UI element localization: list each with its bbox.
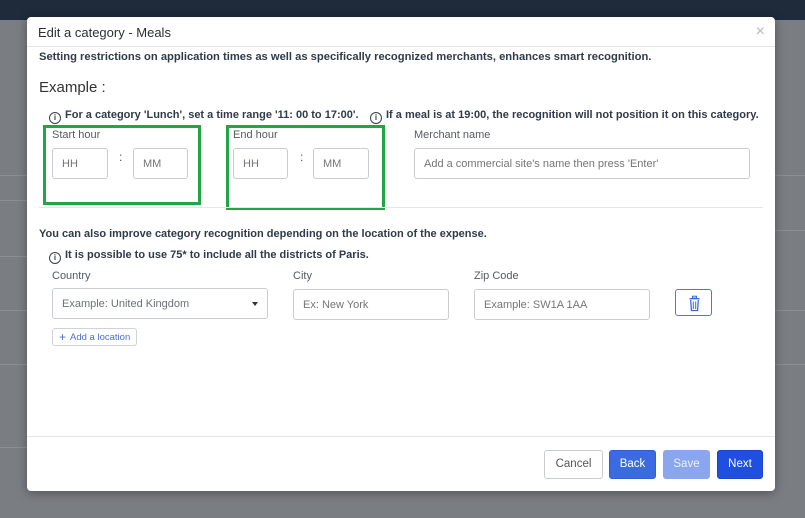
background-divider — [0, 256, 28, 257]
background-divider — [0, 200, 28, 201]
dialog-header: Edit a category - Meals × — [27, 17, 775, 47]
intro-text: Setting restrictions on application time… — [39, 51, 652, 63]
start-hour-label: Start hour — [52, 129, 101, 141]
location-tip-text: It is possible to use 75* to include all… — [65, 249, 369, 261]
info-icon: i — [49, 252, 61, 264]
trash-icon — [689, 295, 700, 312]
location-tip: i It is possible to use 75* to include al… — [49, 249, 369, 264]
end-hour-label: End hour — [233, 129, 278, 141]
start-hour-separator: : — [119, 150, 123, 164]
merchant-name-label: Merchant name — [414, 129, 491, 141]
next-button[interactable]: Next — [717, 450, 763, 479]
background-divider — [773, 230, 805, 231]
end-hour-separator: : — [300, 150, 304, 164]
merchant-name-input[interactable] — [414, 148, 750, 179]
cancel-button[interactable]: Cancel — [544, 450, 603, 479]
zip-code-input[interactable] — [474, 289, 650, 320]
zip-code-label: Zip Code — [474, 270, 519, 282]
example-tip-lunch: i For a category 'Lunch', set a time rang… — [49, 109, 359, 124]
footer-divider — [27, 436, 775, 437]
end-hour-mm-input[interactable] — [313, 148, 369, 179]
start-hour-hh-input[interactable] — [52, 148, 108, 179]
background-divider — [0, 364, 28, 365]
back-button[interactable]: Back — [609, 450, 656, 479]
plus-icon: + — [59, 330, 67, 344]
section-divider — [39, 207, 763, 208]
close-icon[interactable]: × — [756, 23, 765, 41]
city-label: City — [293, 270, 312, 282]
background-divider — [0, 447, 28, 448]
info-icon: i — [49, 112, 61, 124]
add-location-button[interactable]: + Add a location — [52, 328, 138, 346]
background-divider — [773, 175, 805, 176]
edit-category-dialog: Edit a category - Meals × Setting restri… — [27, 17, 775, 491]
end-hour-hh-input[interactable] — [233, 148, 288, 179]
caret-down-icon — [252, 302, 258, 306]
background-divider — [0, 175, 28, 176]
example-tip-dinner: i If a meal is at 19:00, the recognition … — [370, 109, 759, 124]
dialog-title: Edit a category - Meals — [38, 25, 171, 40]
example-heading: Example : — [39, 79, 106, 96]
start-hour-mm-input[interactable] — [133, 148, 188, 179]
add-location-label: Add a location — [70, 332, 131, 343]
background-divider — [773, 364, 805, 365]
city-input[interactable] — [293, 289, 449, 320]
country-select[interactable]: Example: United Kingdom — [52, 288, 268, 319]
background-divider — [773, 310, 805, 311]
background-divider — [0, 310, 28, 311]
example-tip-dinner-text: If a meal is at 19:00, the recognition w… — [386, 109, 759, 121]
save-button[interactable]: Save — [663, 450, 710, 479]
country-label: Country — [52, 270, 91, 282]
location-intro-text: You can also improve category recognitio… — [39, 228, 487, 240]
info-icon: i — [370, 112, 382, 124]
example-tip-lunch-text: For a category 'Lunch', set a time range… — [65, 109, 359, 121]
country-select-placeholder: Example: United Kingdom — [62, 298, 190, 310]
delete-location-button[interactable] — [675, 289, 712, 316]
